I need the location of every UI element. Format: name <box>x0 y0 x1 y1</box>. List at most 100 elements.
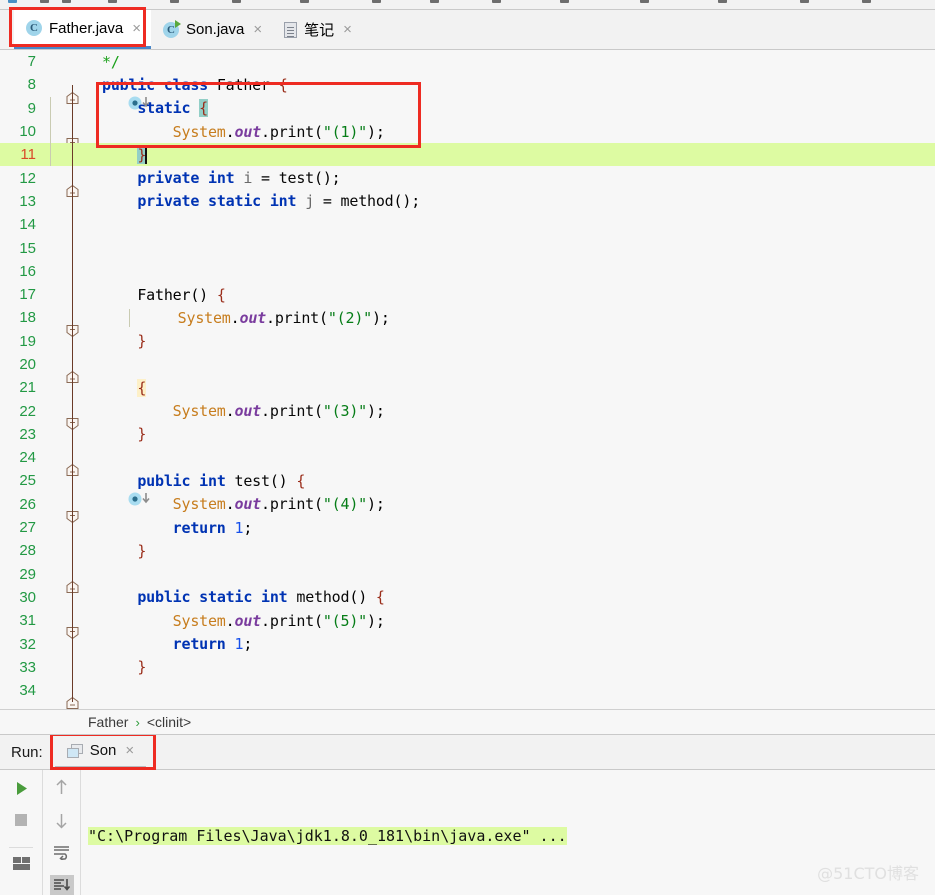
down-arrow-icon[interactable] <box>50 810 74 831</box>
code-line[interactable]: 23 } <box>0 423 935 446</box>
tab-notes[interactable]: 笔记 × <box>272 10 362 49</box>
gutter[interactable] <box>44 516 98 539</box>
layout-icon[interactable] <box>9 847 33 874</box>
fold-end-icon[interactable] <box>66 55 79 68</box>
code-line[interactable]: 16 <box>0 260 935 283</box>
toolbar-icon-9[interactable] <box>430 0 439 3</box>
stop-icon[interactable] <box>9 809 33 831</box>
gutter[interactable] <box>44 236 98 259</box>
gutter[interactable] <box>44 213 98 236</box>
code-line[interactable]: 24 <box>0 446 935 469</box>
gutter[interactable] <box>44 97 98 120</box>
code-line[interactable]: 27 return 1; <box>0 516 935 539</box>
toolbar-icon-8[interactable] <box>372 0 381 3</box>
gutter[interactable] <box>44 283 98 306</box>
fold-start-icon[interactable] <box>66 102 79 115</box>
gutter[interactable] <box>44 469 98 492</box>
fold-end-icon[interactable] <box>66 428 79 441</box>
gutter[interactable] <box>44 632 98 655</box>
gutter[interactable] <box>44 73 98 96</box>
gutter[interactable] <box>44 260 98 283</box>
gutter[interactable] <box>44 120 98 143</box>
fold-end-icon[interactable] <box>66 661 79 674</box>
code-line[interactable]: 15 <box>0 236 935 259</box>
gutter[interactable] <box>44 143 98 166</box>
gutter[interactable] <box>44 446 98 469</box>
gutter[interactable] <box>44 423 98 446</box>
code-line[interactable]: 28 } <box>0 539 935 562</box>
gutter[interactable] <box>44 656 98 679</box>
code-line[interactable]: 18 System.out.print("(2)"); <box>0 306 935 329</box>
console-output[interactable]: "C:\Program Files\Java\jdk1.8.0_181\bin\… <box>81 770 935 895</box>
toolbar-icon-11[interactable] <box>560 0 569 3</box>
run-method-icon[interactable] <box>38 474 64 488</box>
gutter[interactable] <box>44 330 98 353</box>
gutter[interactable] <box>44 586 98 609</box>
toolbar-icon-15[interactable] <box>862 0 871 3</box>
code-line[interactable]: 30 public static int method() { <box>0 586 935 609</box>
toolbar-icon-7[interactable] <box>300 0 309 3</box>
fold-end-icon[interactable] <box>66 148 79 161</box>
code-line[interactable]: 7 */ <box>0 50 935 73</box>
code-line[interactable]: 17 Father() { <box>0 283 935 306</box>
gutter[interactable] <box>44 190 98 213</box>
close-icon[interactable]: × <box>253 22 262 37</box>
breadcrumb[interactable]: Father › <clinit> <box>0 709 935 735</box>
code-editor[interactable]: 7 */ 8 public class Father { <box>0 50 935 709</box>
toolbar-icon-6[interactable] <box>232 0 241 3</box>
fold-start-icon[interactable] <box>66 591 79 604</box>
gutter[interactable] <box>44 306 98 329</box>
code-line[interactable]: 34 <box>0 679 935 702</box>
run-icon[interactable] <box>9 777 33 799</box>
toolbar-icon-1[interactable] <box>8 0 17 3</box>
code-line[interactable]: 9 static { <box>0 97 935 120</box>
scroll-to-end-icon[interactable] <box>50 875 74 895</box>
code-line[interactable]: 19 } <box>0 330 935 353</box>
code-line[interactable]: 12 private int i = test(); <box>0 166 935 189</box>
gutter[interactable] <box>44 376 98 399</box>
fold-start-icon[interactable] <box>66 474 79 487</box>
gutter[interactable] <box>44 353 98 376</box>
gutter[interactable] <box>44 563 98 586</box>
code-line[interactable]: 32 return 1; <box>0 632 935 655</box>
code-line[interactable]: 25 public int test() { <box>0 469 935 492</box>
main-toolbar-strip[interactable] <box>0 0 935 10</box>
toolbar-icon-2[interactable] <box>40 0 49 3</box>
gutter[interactable] <box>44 166 98 189</box>
code-line[interactable]: 26 System.out.print("(4)"); <box>0 493 935 516</box>
code-line[interactable]: 10 System.out.print("(1)"); <box>0 120 935 143</box>
breadcrumb-member[interactable]: <clinit> <box>147 714 191 730</box>
code-line-current[interactable]: 11 } <box>0 143 935 166</box>
toolbar-icon-4[interactable] <box>108 0 117 3</box>
code-line[interactable]: 22 System.out.print("(3)"); <box>0 399 935 422</box>
gutter[interactable] <box>44 539 98 562</box>
gutter[interactable] <box>44 609 98 632</box>
gutter[interactable] <box>44 399 98 422</box>
close-icon[interactable]: × <box>343 22 352 37</box>
tab-father-java[interactable]: C Father.java × <box>14 10 151 49</box>
fold-end-icon[interactable] <box>66 335 79 348</box>
gutter[interactable] <box>44 50 98 73</box>
code-line[interactable]: 21 { <box>0 376 935 399</box>
run-class-icon[interactable] <box>38 78 64 92</box>
fold-start-icon[interactable] <box>66 288 79 301</box>
run-tab-son[interactable]: Son × <box>55 735 146 769</box>
up-arrow-icon[interactable] <box>50 777 74 798</box>
gutter[interactable] <box>44 493 98 516</box>
code-line[interactable]: 13 private static int j = method(); <box>0 190 935 213</box>
code-line[interactable]: 8 public class Father { <box>0 73 935 96</box>
code-line[interactable]: 20 <box>0 353 935 376</box>
close-icon[interactable]: × <box>125 743 134 758</box>
toolbar-icon-10[interactable] <box>492 0 501 3</box>
soft-wrap-icon[interactable] <box>50 843 74 864</box>
fold-start-icon[interactable] <box>66 381 79 394</box>
close-icon[interactable]: × <box>132 21 141 36</box>
code-line[interactable]: 29 <box>0 563 935 586</box>
code-line[interactable]: 33 } <box>0 656 935 679</box>
toolbar-icon-12[interactable] <box>640 0 649 3</box>
toolbar-icon-3[interactable] <box>62 0 71 3</box>
code-line[interactable]: 14 <box>0 213 935 236</box>
toolbar-icon-5[interactable] <box>170 0 179 3</box>
breadcrumb-class[interactable]: Father <box>88 714 128 730</box>
code-line[interactable]: 31 System.out.print("(5)"); <box>0 609 935 632</box>
